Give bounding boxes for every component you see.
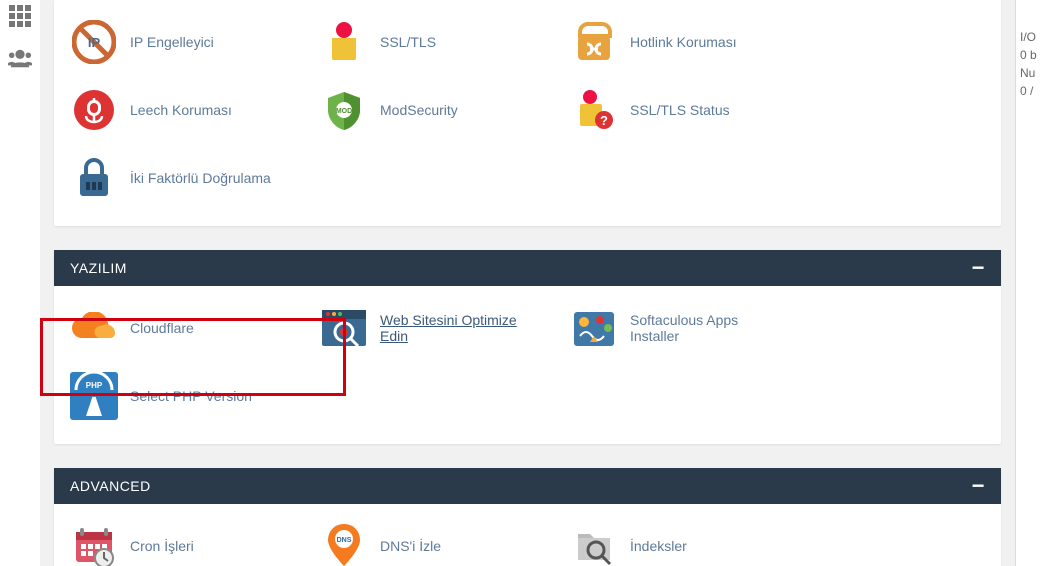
tile-label: Select PHP Version: [130, 388, 252, 404]
tile-cron-jobs[interactable]: Cron İşleri: [54, 512, 304, 566]
tile-label: Leech Koruması: [130, 102, 232, 118]
hotlink-icon: [570, 18, 618, 66]
tile-indexes[interactable]: İndeksler: [554, 512, 804, 566]
tile-ip-blocker[interactable]: IP IP Engelleyici: [54, 8, 304, 76]
stat-label: Nu: [1020, 66, 1041, 80]
tile-softaculous[interactable]: Softaculous Apps Installer: [554, 294, 804, 362]
cloudflare-icon: [70, 304, 118, 352]
tile-label: İki Faktörlü Doğrulama: [130, 170, 271, 186]
ssl-icon: [320, 18, 368, 66]
tile-cloudflare[interactable]: Cloudflare: [54, 294, 304, 362]
tile-label: İndeksler: [630, 538, 687, 554]
tile-hotlink-protection[interactable]: Hotlink Koruması: [554, 8, 804, 76]
tile-label: Softaculous Apps Installer: [630, 312, 788, 344]
tile-label: Web Sitesini Optimize Edin: [380, 312, 538, 344]
security-panel: IP IP Engelleyici SSL/TLS Hotlink Koruma…: [54, 0, 1001, 226]
software-panel: YAZILIM − Cloudflare Web Sitesini Optimi…: [54, 250, 1001, 444]
collapse-icon: −: [972, 479, 985, 493]
tile-track-dns[interactable]: DNS DNS'i İzle: [304, 512, 554, 566]
software-panel-title: YAZILIM: [70, 260, 127, 276]
software-panel-header[interactable]: YAZILIM −: [54, 250, 1001, 286]
tile-label: IP Engelleyici: [130, 34, 214, 50]
tile-modsecurity[interactable]: MOD ModSecurity: [304, 76, 554, 144]
ip-block-icon: IP: [70, 18, 118, 66]
optimize-icon: [320, 304, 368, 352]
tile-ssl-tls-status[interactable]: ? SSL/TLS Status: [554, 76, 804, 144]
main-content: IP IP Engelleyici SSL/TLS Hotlink Koruma…: [40, 0, 1015, 566]
advanced-panel-title: ADVANCED: [70, 478, 151, 494]
php-icon: PHP: [70, 372, 118, 420]
stat-label: I/O: [1020, 30, 1041, 44]
indexes-icon: [570, 522, 618, 566]
cron-icon: [70, 522, 118, 566]
tile-label: SSL/TLS: [380, 34, 436, 50]
tile-ssl-tls[interactable]: SSL/TLS: [304, 8, 554, 76]
svg-text:DNS: DNS: [337, 537, 352, 544]
tile-label: Hotlink Koruması: [630, 34, 737, 50]
advanced-panel-header[interactable]: ADVANCED −: [54, 468, 1001, 504]
ssl-status-icon: ?: [570, 86, 618, 134]
svg-text:PHP: PHP: [86, 381, 103, 390]
tile-label: ModSecurity: [380, 102, 458, 118]
tile-label: Cloudflare: [130, 320, 194, 336]
svg-text:?: ?: [600, 113, 608, 128]
collapse-icon: −: [972, 261, 985, 275]
sidebar-apps-icon[interactable]: [8, 4, 32, 28]
left-sidebar: [0, 0, 40, 566]
modsecurity-icon: MOD: [320, 86, 368, 134]
svg-text:MOD: MOD: [336, 108, 352, 115]
twofa-icon: [70, 154, 118, 202]
tile-optimize-website[interactable]: Web Sitesini Optimize Edin: [304, 294, 554, 362]
tile-label: SSL/TLS Status: [630, 102, 730, 118]
stat-value: 0 b: [1020, 48, 1041, 62]
tile-label: DNS'i İzle: [380, 538, 441, 554]
right-stats-strip: I/O 0 b Nu 0 /: [1015, 0, 1041, 566]
tile-label: Cron İşleri: [130, 538, 194, 554]
dns-icon: DNS: [320, 522, 368, 566]
tile-leech-protection[interactable]: Leech Koruması: [54, 76, 304, 144]
svg-text:IP: IP: [88, 35, 101, 50]
leech-icon: [70, 86, 118, 134]
tile-select-php-version[interactable]: PHP Select PHP Version: [54, 362, 304, 430]
stat-value: 0 /: [1020, 84, 1041, 98]
sidebar-users-icon[interactable]: [8, 46, 32, 70]
softaculous-icon: [570, 304, 618, 352]
tile-two-factor-auth[interactable]: İki Faktörlü Doğrulama: [54, 144, 304, 212]
advanced-panel: ADVANCED − Cron İşleri DNS DNS'i İzle: [54, 468, 1001, 566]
